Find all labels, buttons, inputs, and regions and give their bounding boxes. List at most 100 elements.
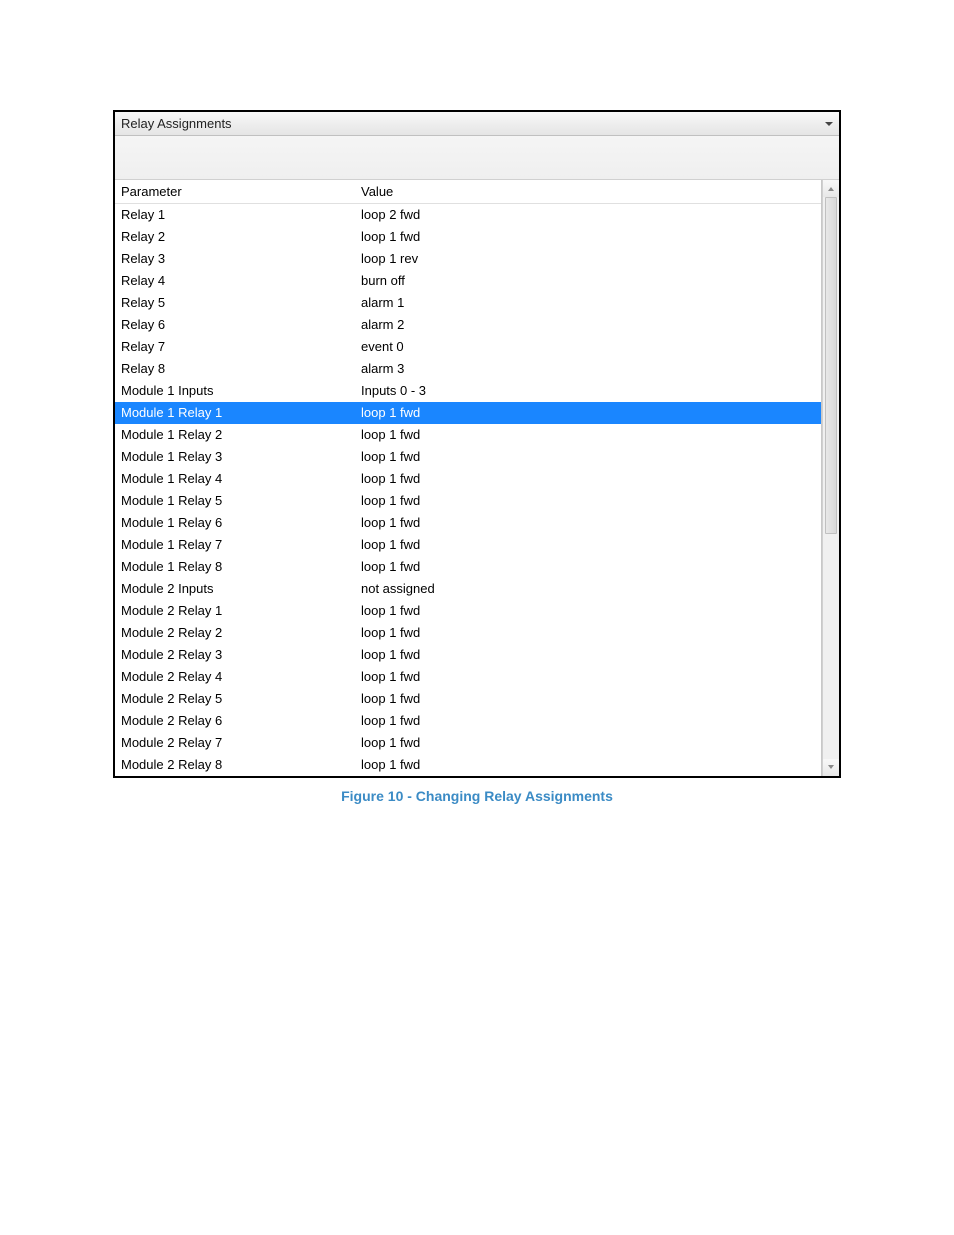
table-row[interactable]: Module 2 Inputsnot assigned (115, 578, 821, 600)
table-row[interactable]: Module 1 Relay 8loop 1 fwd (115, 556, 821, 578)
cell-value: loop 1 fwd (355, 732, 568, 754)
cell-value: alarm 1 (355, 292, 568, 314)
table-header-row: Parameter Value (115, 180, 821, 204)
table-row[interactable]: Relay 2loop 1 fwd (115, 226, 821, 248)
table-row[interactable]: Module 1 Relay 4loop 1 fwd (115, 468, 821, 490)
cell-empty (568, 336, 821, 358)
scroll-track[interactable] (823, 197, 839, 759)
cell-empty (568, 226, 821, 248)
cell-value: loop 1 rev (355, 248, 568, 270)
cell-value: loop 1 fwd (355, 688, 568, 710)
cell-parameter: Relay 3 (115, 248, 355, 270)
cell-value: loop 1 fwd (355, 644, 568, 666)
scroll-down-button[interactable] (823, 759, 839, 776)
chevron-down-icon (828, 765, 834, 769)
table-row[interactable]: Module 2 Relay 1loop 1 fwd (115, 600, 821, 622)
column-header-value[interactable]: Value (355, 180, 568, 204)
cell-value: loop 1 fwd (355, 556, 568, 578)
cell-empty (568, 710, 821, 732)
cell-parameter: Module 1 Relay 2 (115, 424, 355, 446)
scroll-thumb[interactable] (825, 197, 837, 534)
cell-value: event 0 (355, 336, 568, 358)
panel-title: Relay Assignments (121, 116, 232, 131)
cell-parameter: Relay 2 (115, 226, 355, 248)
table-row[interactable]: Module 2 Relay 6loop 1 fwd (115, 710, 821, 732)
cell-parameter: Relay 1 (115, 204, 355, 226)
cell-empty (568, 402, 821, 424)
cell-value: loop 1 fwd (355, 512, 568, 534)
vertical-scrollbar[interactable] (822, 180, 839, 776)
cell-empty (568, 424, 821, 446)
cell-value: loop 1 fwd (355, 424, 568, 446)
panel-title-bar[interactable]: Relay Assignments (115, 112, 839, 136)
cell-empty (568, 534, 821, 556)
chevron-up-icon (828, 187, 834, 191)
panel-toolbar-spacer (115, 136, 839, 180)
figure-caption: Figure 10 - Changing Relay Assignments (113, 788, 841, 804)
table-row[interactable]: Module 1 Relay 5loop 1 fwd (115, 490, 821, 512)
cell-value: loop 1 fwd (355, 226, 568, 248)
cell-value: loop 1 fwd (355, 534, 568, 556)
cell-parameter: Module 1 Inputs (115, 380, 355, 402)
table-row[interactable]: Relay 8alarm 3 (115, 358, 821, 380)
dropdown-icon[interactable] (825, 122, 833, 126)
cell-value: loop 1 fwd (355, 446, 568, 468)
cell-value: alarm 2 (355, 314, 568, 336)
cell-value: loop 1 fwd (355, 402, 568, 424)
cell-parameter: Module 2 Relay 8 (115, 754, 355, 776)
table-row[interactable]: Module 1 Relay 6loop 1 fwd (115, 512, 821, 534)
cell-parameter: Relay 5 (115, 292, 355, 314)
table-row[interactable]: Relay 5alarm 1 (115, 292, 821, 314)
table-row[interactable]: Module 1 InputsInputs 0 - 3 (115, 380, 821, 402)
cell-parameter: Module 1 Relay 1 (115, 402, 355, 424)
cell-parameter: Module 1 Relay 3 (115, 446, 355, 468)
cell-parameter: Relay 7 (115, 336, 355, 358)
cell-parameter: Module 2 Inputs (115, 578, 355, 600)
cell-parameter: Relay 8 (115, 358, 355, 380)
cell-empty (568, 292, 821, 314)
table-row[interactable]: Module 2 Relay 4loop 1 fwd (115, 666, 821, 688)
cell-parameter: Module 1 Relay 5 (115, 490, 355, 512)
cell-value: loop 1 fwd (355, 666, 568, 688)
cell-parameter: Module 2 Relay 4 (115, 666, 355, 688)
table-row[interactable]: Relay 1loop 2 fwd (115, 204, 821, 226)
cell-empty (568, 622, 821, 644)
cell-empty (568, 644, 821, 666)
table-row[interactable]: Module 2 Relay 2loop 1 fwd (115, 622, 821, 644)
table-row[interactable]: Module 2 Relay 7loop 1 fwd (115, 732, 821, 754)
cell-empty (568, 754, 821, 776)
table-row[interactable]: Relay 6alarm 2 (115, 314, 821, 336)
cell-empty (568, 666, 821, 688)
cell-value: not assigned (355, 578, 568, 600)
relay-assignments-panel: Relay Assignments Parameter Value Relay … (113, 110, 841, 778)
cell-empty (568, 600, 821, 622)
table-row[interactable]: Module 1 Relay 3loop 1 fwd (115, 446, 821, 468)
column-header-parameter[interactable]: Parameter (115, 180, 355, 204)
table-row[interactable]: Relay 7event 0 (115, 336, 821, 358)
table-row[interactable]: Module 1 Relay 7loop 1 fwd (115, 534, 821, 556)
cell-parameter: Module 2 Relay 7 (115, 732, 355, 754)
table-row[interactable]: Module 1 Relay 1loop 1 fwd (115, 402, 821, 424)
cell-parameter: Relay 6 (115, 314, 355, 336)
cell-empty (568, 556, 821, 578)
cell-empty (568, 468, 821, 490)
cell-parameter: Module 1 Relay 7 (115, 534, 355, 556)
cell-value: loop 1 fwd (355, 622, 568, 644)
table-row[interactable]: Module 2 Relay 8loop 1 fwd (115, 754, 821, 776)
cell-empty (568, 204, 821, 226)
cell-empty (568, 578, 821, 600)
scroll-up-button[interactable] (823, 180, 839, 197)
table-row[interactable]: Relay 4burn off (115, 270, 821, 292)
table-row[interactable]: Module 2 Relay 3loop 1 fwd (115, 644, 821, 666)
table-row[interactable]: Module 2 Relay 5loop 1 fwd (115, 688, 821, 710)
cell-parameter: Module 2 Relay 5 (115, 688, 355, 710)
cell-value: loop 1 fwd (355, 600, 568, 622)
cell-empty (568, 270, 821, 292)
cell-value: alarm 3 (355, 358, 568, 380)
table-row[interactable]: Relay 3loop 1 rev (115, 248, 821, 270)
cell-value: loop 1 fwd (355, 754, 568, 776)
cell-parameter: Relay 4 (115, 270, 355, 292)
cell-value: loop 1 fwd (355, 468, 568, 490)
table-row[interactable]: Module 1 Relay 2loop 1 fwd (115, 424, 821, 446)
cell-empty (568, 248, 821, 270)
